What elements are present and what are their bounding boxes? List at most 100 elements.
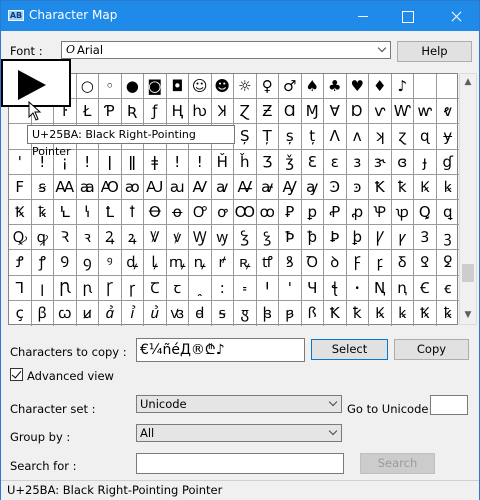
- maximize-button[interactable]: [385, 1, 430, 31]
- character-cell[interactable]: Ꝯ: [54, 250, 77, 276]
- character-cell[interactable]: ꝁ: [391, 174, 414, 200]
- character-cell[interactable]: Ꝿ: [414, 250, 437, 276]
- character-cell[interactable]: Ꝗ: [414, 199, 437, 226]
- character-cell[interactable]: ꝰ: [99, 250, 122, 276]
- character-cell[interactable]: ꝳ: [166, 250, 189, 276]
- character-cell[interactable]: ꝥ: [301, 225, 324, 251]
- character-cell[interactable]: ꝅ: [31, 199, 54, 226]
- character-cell[interactable]: ꜷ: [166, 174, 189, 200]
- character-cell[interactable]: ɜ: [346, 149, 369, 175]
- character-cell[interactable]: Ꜹ: [189, 174, 212, 200]
- character-cell[interactable]: ꞁ: [31, 275, 54, 301]
- character-cell[interactable]: ♣: [324, 74, 347, 100]
- character-cell[interactable]: Ꝏ: [234, 199, 257, 226]
- character-cell[interactable]: Ꝺ: [301, 250, 324, 276]
- character-cell[interactable]: Ɒ: [346, 99, 369, 125]
- character-cell[interactable]: Ꝫ: [414, 225, 437, 251]
- character-cell[interactable]: Ʞ: [211, 99, 234, 125]
- character-cell[interactable]: Ł: [76, 99, 99, 125]
- character-cell[interactable]: ꝷ: [256, 250, 279, 276]
- character-cell[interactable]: ꝴ: [189, 250, 212, 276]
- character-cell[interactable]: Ꝩ: [369, 225, 392, 251]
- character-cell[interactable]: ɝ: [369, 149, 392, 175]
- scroll-up-arrow-icon[interactable]: ▲: [460, 74, 476, 91]
- character-cell[interactable]: ꜵ: [121, 174, 144, 200]
- character-cell[interactable]: ꜳ: [76, 174, 99, 200]
- character-cell[interactable]: Ƶ: [256, 99, 279, 125]
- character-cell[interactable]: Ꝧ: [324, 225, 347, 251]
- character-cell[interactable]: Ꝥ: [279, 225, 302, 251]
- character-cell[interactable]: ꟓ: [257, 300, 279, 326]
- character-cell[interactable]: Ꜻ: [234, 174, 257, 200]
- character-cell[interactable]: ⱱ: [369, 99, 392, 125]
- character-cell[interactable]: ☻: [211, 74, 234, 100]
- character-cell[interactable]: Ꝟ: [144, 225, 167, 251]
- search-input[interactable]: [136, 453, 344, 474]
- character-cell[interactable]: ɀ: [391, 124, 414, 150]
- character-cell[interactable]: Ꞌ: [256, 275, 279, 301]
- character-cell[interactable]: Ꜵ: [99, 174, 122, 200]
- character-cell[interactable]: ꟗ: [302, 300, 324, 326]
- character-cell[interactable]: ꞉: [211, 275, 234, 301]
- character-cell[interactable]: ǃ: [76, 149, 99, 175]
- character-cell[interactable]: ꜽ: [301, 174, 324, 200]
- character-cell[interactable]: ◦: [99, 74, 122, 100]
- character-cell[interactable]: ǁ: [121, 149, 144, 175]
- character-cell[interactable]: Ȟ: [211, 149, 234, 175]
- character-cell[interactable]: ꞹ: [77, 300, 99, 326]
- character-cell[interactable]: Ɐ: [324, 99, 347, 125]
- character-cell[interactable]: ☺: [189, 74, 212, 100]
- character-cell[interactable]: ƕ: [189, 99, 212, 125]
- character-cell[interactable]: ꝅ: [437, 301, 460, 326]
- character-cell[interactable]: Ꝁ: [369, 174, 392, 200]
- character-cell[interactable]: ꞩ: [31, 174, 54, 200]
- search-button[interactable]: Search: [360, 453, 435, 474]
- character-cell[interactable]: Ꜳ: [54, 174, 77, 200]
- character-cell[interactable]: ɏ: [436, 124, 459, 150]
- character-cell[interactable]: ♀: [256, 74, 279, 100]
- character-cell[interactable]: Ꝇ: [54, 199, 77, 226]
- character-cell[interactable]: ș: [279, 124, 302, 150]
- character-cell[interactable]: ꟈ: [189, 300, 212, 326]
- character-cell[interactable]: ꞊: [234, 275, 257, 301]
- character-cell[interactable]: ꞷ: [54, 300, 77, 326]
- characters-to-copy-field[interactable]: €¼ñéД®₾♪: [136, 338, 305, 362]
- character-cell[interactable]: ꞿ: [144, 300, 167, 326]
- character-cell[interactable]: Ⱨ: [166, 99, 189, 125]
- character-cell[interactable]: ꝡ: [211, 225, 234, 251]
- character-cell[interactable]: ꞻ: [99, 300, 122, 326]
- character-cell[interactable]: ȟ: [234, 149, 257, 175]
- character-cell[interactable]: Ꞇ: [144, 275, 167, 301]
- character-cell[interactable]: ꞏ: [346, 275, 369, 301]
- character-cell[interactable]: ꞈ: [189, 275, 212, 301]
- character-cell[interactable]: Ɑ: [279, 99, 302, 125]
- character-cell[interactable]: Ꝃ: [369, 300, 392, 326]
- select-button[interactable]: Select: [311, 339, 388, 360]
- character-cell[interactable]: ꞎ: [324, 275, 347, 301]
- character-cell[interactable]: ♪: [391, 74, 414, 100]
- scrollbar-thumb[interactable]: [462, 264, 474, 282]
- character-cell[interactable]: ꝕ: [391, 199, 414, 226]
- group-by-dropdown[interactable]: All: [136, 424, 342, 442]
- character-cell[interactable]: Ꝍ: [189, 199, 212, 226]
- character-cell[interactable]: ꞅ: [121, 275, 144, 301]
- character-cell[interactable]: ♥: [346, 74, 369, 100]
- character-cell[interactable]: Ꝕ: [369, 199, 392, 226]
- character-cell[interactable]: ꝶ: [234, 250, 257, 276]
- character-cell[interactable]: Ꝓ: [324, 199, 347, 226]
- character-cell[interactable]: ◙: [144, 74, 167, 100]
- character-cell[interactable]: Ƥ: [99, 99, 122, 125]
- character-cell[interactable]: ꝗ: [436, 200, 459, 226]
- advanced-view-checkbox[interactable]: [10, 368, 23, 381]
- character-cell[interactable]: ꝭ: [31, 250, 54, 276]
- character-cell[interactable]: ǀ: [99, 149, 122, 175]
- character-cell[interactable]: ț: [301, 124, 324, 150]
- character-cell[interactable]: ç: [9, 300, 32, 326]
- help-button[interactable]: Help: [397, 41, 472, 62]
- character-cell[interactable]: ♂: [279, 74, 302, 100]
- character-cell[interactable]: Ꞃ: [54, 275, 77, 301]
- character-cell[interactable]: Ꝁ: [324, 300, 347, 326]
- character-cell[interactable]: ꝣ: [256, 225, 279, 251]
- character-cell[interactable]: ǯ: [279, 149, 302, 175]
- title-bar[interactable]: AB Character Map: [1, 1, 479, 31]
